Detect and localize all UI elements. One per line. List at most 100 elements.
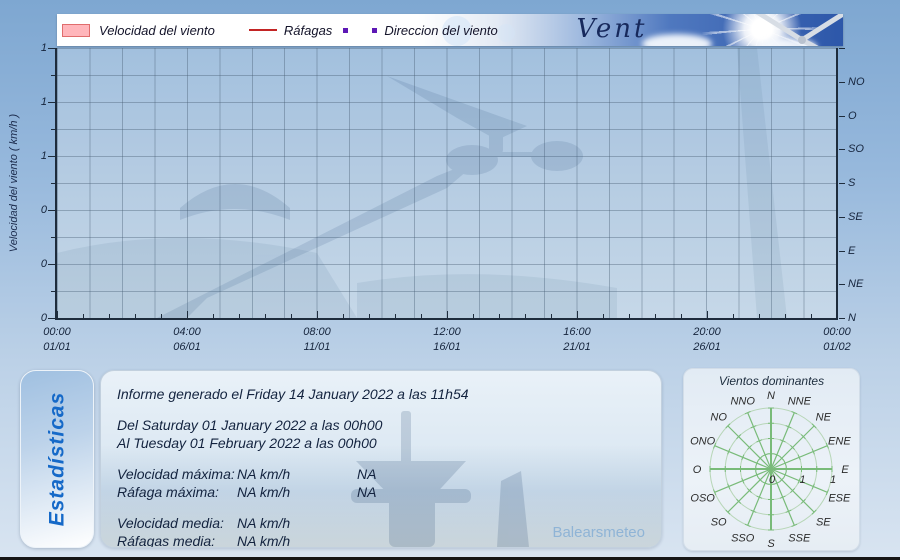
x-tick-label: 08:0011/01 — [303, 325, 331, 355]
y-right-tick — [839, 251, 845, 252]
y-left-tick — [51, 237, 55, 238]
y-left-tick — [51, 129, 55, 130]
wind-rose-chart: NNNENEENEEESESESSESSSOSOOSOOONONONNO011 — [684, 383, 859, 548]
wind-report-page: Velocidad del viento Ráfagas Direccion d… — [0, 0, 900, 560]
x-tick — [213, 314, 214, 318]
balearsmeteo-watermark: Balearsmeteo — [552, 524, 645, 541]
x-tick-time: 00:00 — [823, 325, 851, 340]
wind-rose-direction-label: ENE — [828, 436, 851, 448]
x-tick-time: 04:00 — [173, 325, 201, 340]
x-tick-date: 16/01 — [433, 340, 461, 355]
x-axis-line — [55, 318, 838, 320]
wind-speed-area-swatch — [62, 24, 90, 37]
y-right-tick — [839, 318, 845, 319]
x-tick — [109, 314, 110, 318]
report-from-line: Del Saturday 01 January 2022 a las 00h00 — [117, 416, 469, 434]
legend-label-wind-direction: Direccion del viento — [384, 23, 497, 38]
y-left-tick — [48, 264, 55, 265]
statistics-tab-label: Estadísticas — [45, 392, 69, 527]
x-tick — [681, 314, 682, 318]
x-tick-date: 26/01 — [693, 340, 721, 355]
legend-label-gusts: Ráfagas — [284, 23, 332, 38]
x-tick — [395, 314, 396, 318]
x-tick — [707, 311, 708, 318]
y-right-tick-label: NE — [848, 277, 863, 291]
gusts-line-swatch — [249, 29, 277, 31]
x-tick — [473, 314, 474, 318]
stat-value: NA km/h — [237, 514, 357, 532]
y-axis-title: Velocidad del viento ( km/h ) — [8, 114, 20, 252]
report-generated-line: Informe generado el Friday 14 January 20… — [117, 385, 469, 403]
y-right-tick — [839, 284, 845, 285]
x-tick-time: 08:00 — [303, 325, 331, 340]
wind-rose-direction-label: SO — [711, 516, 727, 528]
x-tick — [291, 314, 292, 318]
y-right-tick-label: SE — [848, 210, 863, 224]
x-tick-time: 00:00 — [43, 325, 71, 340]
y-left-tick — [51, 291, 55, 292]
x-tick — [265, 314, 266, 318]
y-axis-right-line — [836, 48, 838, 320]
chart-plot-area — [57, 48, 837, 318]
x-tick — [811, 314, 812, 318]
y-left-tick — [48, 318, 55, 319]
wind-rose-direction-label: E — [841, 464, 849, 476]
wind-rose-direction-label: ESE — [828, 492, 851, 504]
x-tick — [603, 314, 604, 318]
y-right-tick — [839, 149, 845, 150]
x-tick — [187, 311, 188, 318]
x-tick-label: 00:0001/02 — [823, 325, 851, 355]
gusts-marker-swatch — [343, 28, 348, 33]
x-tick-label: 00:0001/01 — [43, 325, 71, 355]
wind-rose-direction-label: SSO — [731, 532, 755, 544]
x-tick — [733, 314, 734, 318]
stat-label: Velocidad media: — [117, 514, 237, 532]
y-right-tick-label: E — [848, 244, 855, 258]
stat-value: NA km/h — [237, 483, 357, 501]
wind-rose-direction-label: SE — [816, 516, 831, 528]
x-tick-label: 04:0006/01 — [173, 325, 201, 355]
x-tick-time: 16:00 — [563, 325, 591, 340]
wind-rose-direction-label: O — [693, 464, 702, 476]
plot-watermark-weather-station — [57, 48, 837, 318]
stat-row-mean-speed: Velocidad media: NA km/h — [117, 514, 469, 532]
dominant-winds-panel: Vientos dominantes NNNENEENEEESESESSESSS… — [683, 368, 860, 551]
y-left-tick-label: 0 — [7, 257, 47, 271]
x-tick — [421, 314, 422, 318]
x-tick-date: 01/02 — [823, 340, 851, 355]
statistics-tab[interactable]: Estadísticas — [20, 370, 94, 548]
y-right-tick — [839, 82, 845, 83]
y-left-tick — [51, 183, 55, 184]
x-tick — [629, 314, 630, 318]
stat-extra: NA — [357, 483, 376, 501]
x-tick — [135, 314, 136, 318]
x-tick — [551, 314, 552, 318]
wind-rose-direction-label: S — [767, 538, 775, 548]
stat-value: NA km/h — [237, 465, 357, 483]
x-tick — [317, 311, 318, 318]
report-to-line: Al Tuesday 01 February 2022 a las 00h00 — [117, 434, 469, 452]
x-tick-date: 11/01 — [303, 340, 331, 355]
x-tick — [369, 314, 370, 318]
chart-legend: Velocidad del viento Ráfagas Direccion d… — [62, 14, 498, 46]
stat-row-max-speed: Velocidad máxima: NA km/h NA — [117, 465, 469, 483]
y-right-tick-label: N — [848, 311, 856, 325]
y-right-tick-label: S — [848, 176, 855, 190]
wind-rose-scale-label: 1 — [800, 474, 806, 486]
x-tick-date: 21/01 — [563, 340, 591, 355]
x-tick-time: 12:00 — [433, 325, 461, 340]
x-tick-label: 12:0016/01 — [433, 325, 461, 355]
y-left-tick — [48, 156, 55, 157]
y-right-tick — [839, 48, 845, 49]
wind-rose-direction-label: NE — [816, 412, 832, 424]
x-tick-time: 20:00 — [693, 325, 721, 340]
x-tick — [83, 314, 84, 318]
x-tick-label: 16:0021/01 — [563, 325, 591, 355]
x-tick — [447, 311, 448, 318]
y-right-tick — [839, 116, 845, 117]
x-tick — [655, 314, 656, 318]
x-tick-date: 06/01 — [173, 340, 201, 355]
y-left-tick — [48, 210, 55, 211]
statistics-panel: Informe generado el Friday 14 January 20… — [100, 370, 662, 548]
page-title: Vent — [577, 14, 648, 44]
